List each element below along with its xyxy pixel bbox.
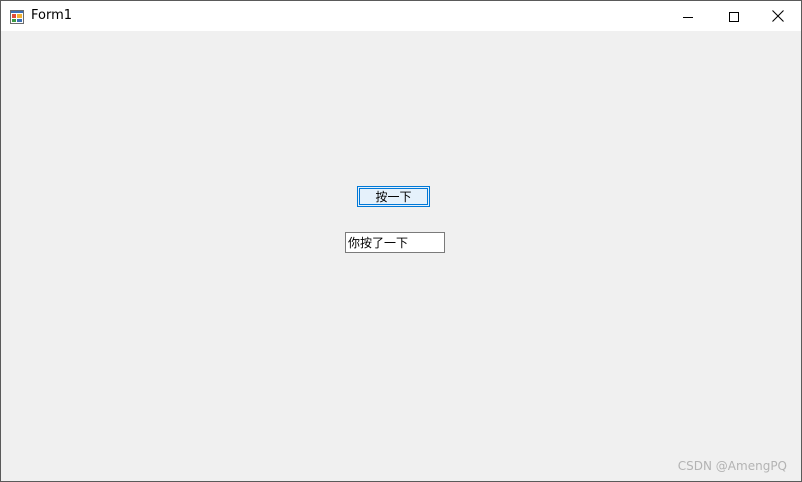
title-bar[interactable]: Form1: [1, 1, 801, 31]
close-button[interactable]: [755, 1, 801, 31]
form1-window: Form1 按一下 你按了一下 CSDN @AmengPQ: [0, 0, 802, 482]
close-icon: [772, 7, 784, 26]
minimize-icon: [683, 7, 693, 26]
press-button[interactable]: 按一下: [357, 186, 430, 207]
maximize-icon: [729, 7, 739, 26]
minimize-button[interactable]: [665, 1, 711, 31]
window-title: Form1: [31, 8, 73, 23]
maximize-button[interactable]: [711, 1, 757, 31]
result-textbox[interactable]: [345, 232, 445, 253]
csdn-watermark: CSDN @AmengPQ: [677, 459, 787, 473]
form-client-area: 按一下 CSDN @AmengPQ: [1, 31, 801, 481]
press-button-label: 按一下: [375, 190, 412, 204]
winforms-app-icon[interactable]: [10, 9, 24, 24]
